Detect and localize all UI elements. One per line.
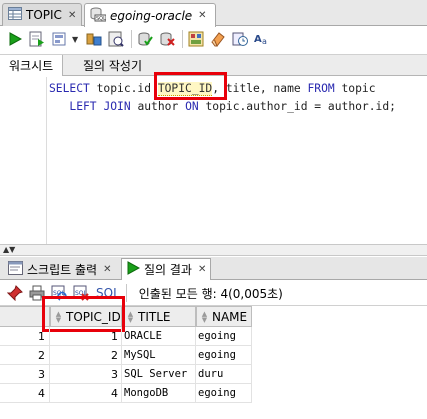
sql-worksheet-icon: SQL	[90, 7, 107, 25]
close-icon[interactable]: ✕	[68, 10, 76, 21]
unshared-sql-icon[interactable]	[187, 30, 205, 48]
tab-label: egoing-oracle	[110, 8, 193, 23]
cell-title[interactable]: ORACLE	[122, 327, 196, 346]
svg-text:a: a	[262, 37, 267, 46]
cell-name[interactable]: duru	[196, 365, 252, 384]
history-icon[interactable]	[231, 30, 249, 48]
keyword-on: ON	[185, 100, 199, 113]
explain-plan-icon[interactable]	[50, 30, 68, 48]
annotation-highlight-box	[154, 72, 227, 100]
pin-icon[interactable]	[6, 284, 24, 302]
row-number: 2	[0, 346, 50, 365]
script-output-icon	[8, 260, 23, 278]
code-text: author	[130, 100, 186, 113]
cell-name[interactable]: egoing	[196, 384, 252, 403]
keyword-from: FROM	[307, 82, 335, 95]
table-row[interactable]: 3 3 SQL Server duru	[0, 365, 252, 384]
code-text: topic.id	[89, 82, 158, 95]
toolbar-separator	[182, 30, 183, 48]
tab-label: 질의 결과	[144, 263, 192, 277]
svg-text:SQL: SQL	[96, 16, 106, 22]
collapse-arrows-icon[interactable]: ▲▼	[3, 245, 15, 255]
editor-gutter	[46, 77, 47, 244]
table-row[interactable]: 4 4 MongoDB egoing	[0, 384, 252, 403]
close-icon[interactable]: ✕	[198, 10, 206, 21]
panel-splitter[interactable]: ▲▼	[0, 244, 427, 256]
sort-icon[interactable]: ▲ ▼	[126, 310, 135, 323]
autotrace-icon[interactable]	[85, 30, 103, 48]
tab-label: 스크립트 출력	[27, 262, 98, 277]
table-grid-icon	[8, 7, 22, 23]
tab-label: 질의 작성기	[83, 59, 143, 73]
run-statement-icon[interactable]	[6, 30, 24, 48]
tab-label: TOPIC	[26, 8, 62, 22]
keyword-left: LEFT	[69, 100, 97, 113]
play-icon	[126, 261, 141, 278]
tab-script-output[interactable]: 스크립트 출력 ✕	[4, 258, 115, 280]
close-icon[interactable]: ✕	[198, 264, 206, 275]
svg-text:A: A	[254, 34, 262, 45]
editor-tab-strip: TOPIC ✕ SQL egoing-oracle ✕	[0, 0, 427, 27]
code-line-2: LEFT JOIN author ON topic.author_id = au…	[49, 98, 396, 116]
column-header-name[interactable]: ▲ ▼ NAME	[196, 306, 252, 327]
tab-topic[interactable]: TOPIC ✕	[2, 3, 82, 26]
row-number: 1	[0, 327, 50, 346]
toolbar-separator	[131, 30, 132, 48]
code-text: topic	[334, 82, 376, 95]
cell-title[interactable]: SQL Server	[122, 365, 196, 384]
cell-topic-id[interactable]: 2	[50, 346, 122, 365]
row-number: 3	[0, 365, 50, 384]
commit-icon[interactable]	[136, 30, 154, 48]
format-case-icon[interactable]: Aa	[253, 30, 271, 48]
keyword-select: SELECT	[49, 82, 90, 95]
output-tab-strip: 스크립트 출력 ✕ 질의 결과 ✕	[0, 257, 427, 280]
tab-worksheet[interactable]: 워크시트	[0, 55, 64, 76]
sort-icon[interactable]: ▲ ▼	[200, 310, 209, 323]
table-body: 1 1 ORACLE egoing 2 2 MySQL egoing 3 3 S…	[0, 327, 252, 403]
keyword-join: JOIN	[103, 100, 131, 113]
tab-query-result[interactable]: 질의 결과 ✕	[121, 258, 212, 280]
column-header-label: TITLE	[138, 309, 171, 324]
fetch-status-text: 인출된 모든 행: 4(0,005초)	[138, 286, 283, 301]
cell-name[interactable]: egoing	[196, 327, 252, 346]
cell-title[interactable]: MySQL	[122, 346, 196, 365]
rollback-icon[interactable]	[158, 30, 176, 48]
column-header-title[interactable]: ▲ ▼ TITLE	[122, 306, 196, 327]
tab-label: 워크시트	[9, 59, 54, 73]
sql-tuning-icon[interactable]	[107, 30, 125, 48]
cell-name[interactable]: egoing	[196, 346, 252, 365]
results-grid: ▲ ▼ TOPIC_ID ▲ ▼ TITLE ▲ ▼ NAME 1 1 ORACLE …	[0, 296, 427, 419]
close-icon[interactable]: ✕	[103, 264, 111, 275]
table-row[interactable]: 2 2 MySQL egoing	[0, 346, 252, 365]
worksheet-toolbar: ▼ Aa	[0, 27, 427, 51]
table-row[interactable]: 1 1 ORACLE egoing	[0, 327, 252, 346]
cell-title[interactable]: MongoDB	[122, 384, 196, 403]
column-header-label: NAME	[212, 309, 248, 324]
clear-eraser-icon[interactable]	[209, 30, 227, 48]
cell-topic-id[interactable]: 1	[50, 327, 122, 346]
tab-query-builder[interactable]: 질의 작성기	[74, 55, 151, 76]
toolbar-separator	[125, 284, 127, 302]
code-text: topic.author_id = author.id;	[198, 100, 396, 113]
row-number: 4	[0, 384, 50, 403]
tab-egoing-oracle[interactable]: SQL egoing-oracle ✕	[84, 3, 216, 27]
cell-topic-id[interactable]: 3	[50, 365, 122, 384]
run-script-icon[interactable]	[28, 30, 46, 48]
chevron-down-icon[interactable]: ▼	[72, 35, 81, 44]
sql-editor[interactable]: SELECT topic.id TOPIC_ID, title, name FR…	[0, 72, 427, 244]
cell-topic-id[interactable]: 4	[50, 384, 122, 403]
